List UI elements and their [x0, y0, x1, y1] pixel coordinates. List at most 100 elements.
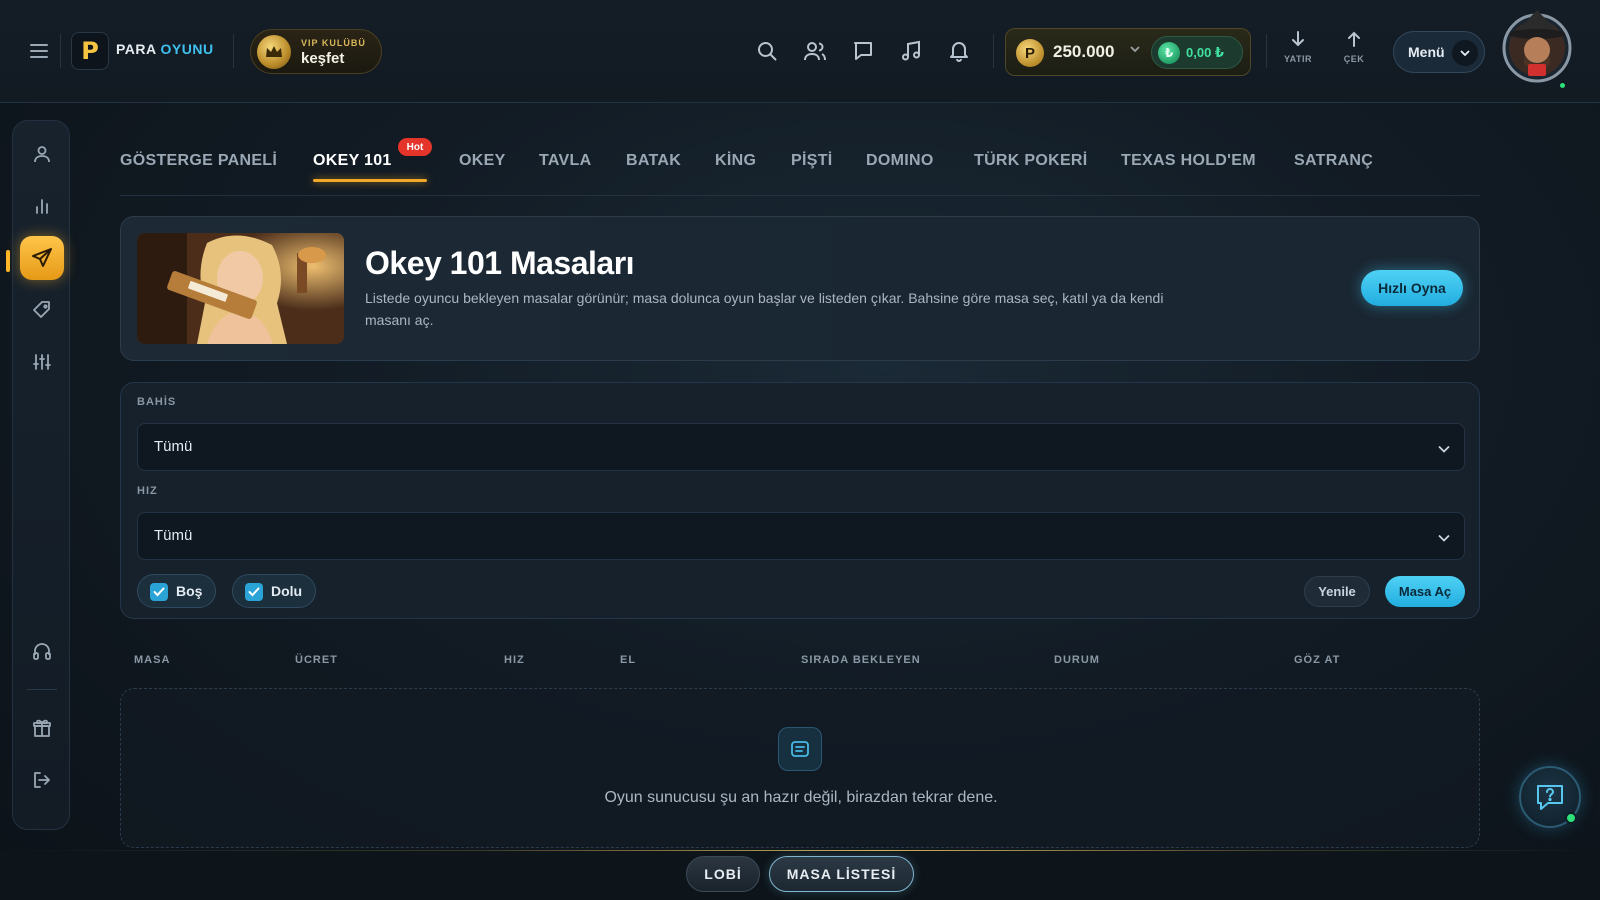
column-header-goz-at: GÖZ AT: [1294, 654, 1341, 666]
users-icon[interactable]: [800, 36, 830, 66]
logo-letter: P: [81, 37, 99, 65]
wallet-balance[interactable]: P 250.000 ₺ 0,00 ₺: [1005, 28, 1251, 76]
brand-name: PARA OYUNU: [116, 41, 214, 57]
coin-icon: P: [1016, 39, 1044, 67]
tag-icon: [33, 301, 50, 318]
sidebar-item-settings[interactable]: [20, 340, 64, 384]
sidebar-item-logout[interactable]: [20, 758, 64, 802]
headphones-icon: [33, 643, 51, 660]
tab-texas-holdem[interactable]: TEXAS HOLD'EM: [1121, 152, 1256, 170]
hot-badge: Hot: [398, 138, 432, 156]
empty-message: Oyun sunucusu şu an hazır değil, birazda…: [604, 789, 998, 806]
divider: [993, 34, 994, 68]
bet-label: BAHİS: [137, 396, 177, 408]
arrow-down-icon: [1292, 31, 1304, 47]
tab-tavla[interactable]: TAVLA: [539, 152, 591, 170]
speed-select[interactable]: Tümü: [137, 512, 1465, 560]
tab-king[interactable]: KİNG: [715, 152, 756, 170]
column-header-sirada-bekleyen: SIRADA BEKLEYEN: [801, 654, 921, 666]
sidebar-item-promotions[interactable]: [20, 288, 64, 332]
filter-panel: BAHİS Tümü HIZ Tümü Boş Dolu Yenile Masa…: [120, 382, 1480, 619]
full-tables-checkbox[interactable]: Dolu: [232, 574, 316, 608]
tab-okey-101[interactable]: OKEY 101: [313, 152, 392, 170]
online-status-dot: [1565, 812, 1577, 824]
gift-icon: [33, 719, 51, 737]
divider: [27, 689, 57, 690]
send-icon: [32, 248, 52, 267]
search-icon[interactable]: [752, 36, 782, 66]
sidebar-item-gifts[interactable]: [20, 706, 64, 750]
vip-discover: keşfet: [301, 50, 345, 67]
quick-play-button[interactable]: Hızlı Oyna: [1361, 270, 1463, 306]
chevron-down-icon: [1452, 40, 1478, 66]
tab-batak[interactable]: BATAK: [626, 152, 681, 170]
help-chat-icon: [1537, 785, 1563, 810]
column-header-el: EL: [620, 654, 637, 666]
avatar[interactable]: [1500, 6, 1574, 86]
table-list-button[interactable]: MASA LİSTESİ: [769, 856, 914, 892]
music-icon[interactable]: [896, 36, 926, 66]
column-header-durum: DURUM: [1054, 654, 1100, 666]
tab-turk-pokeri[interactable]: TÜRK POKERİ: [974, 152, 1088, 170]
menu-button[interactable]: Menü: [1393, 31, 1485, 73]
tl-amount: 0,00 ₺: [1186, 45, 1224, 60]
active-tab-indicator: [313, 179, 427, 182]
tab-dashboard[interactable]: GÖSTERGE PANELİ: [120, 152, 277, 170]
open-table-button[interactable]: Masa Aç: [1385, 576, 1465, 607]
deposit-button[interactable]: YATIR: [1272, 30, 1324, 74]
game-tabs: GÖSTERGE PANELİ OKEY 101 OKEY TAVLA BATA…: [120, 148, 1480, 196]
sliders-icon: [33, 354, 51, 370]
sidebar: [12, 120, 70, 830]
logout-icon: [34, 772, 50, 788]
chevron-down-icon: [1438, 440, 1450, 458]
logo[interactable]: P: [71, 32, 109, 70]
divider: [60, 34, 61, 68]
empty-tables-checkbox[interactable]: Boş: [137, 574, 216, 608]
column-header-ucret: ÜCRET: [295, 654, 338, 666]
speed-label: HIZ: [137, 485, 158, 497]
divider: [1266, 34, 1267, 68]
speed-select-value: Tümü: [154, 527, 193, 544]
top-bar: P PARA OYUNU VIP KULÜBÜ keşfet P 250.000…: [0, 0, 1600, 103]
lobby-button[interactable]: LOBİ: [686, 856, 760, 892]
crown-icon: [257, 35, 291, 69]
active-nav-marker: [6, 250, 10, 272]
refresh-button[interactable]: Yenile: [1304, 576, 1370, 607]
sidebar-item-profile[interactable]: [20, 132, 64, 176]
user-icon: [34, 146, 50, 163]
chevron-down-icon: [1438, 529, 1450, 547]
bell-icon[interactable]: [944, 36, 974, 66]
table-empty-state: Oyun sunucusu şu an hazır değil, birazda…: [120, 688, 1480, 848]
chevron-down-icon[interactable]: [1130, 44, 1140, 56]
page-description: Listede oyuncu bekleyen masalar görünür;…: [365, 290, 1164, 328]
withdraw-button[interactable]: ÇEK: [1328, 30, 1380, 74]
vip-label: VIP KULÜBÜ: [301, 38, 366, 48]
hamburger-menu-icon[interactable]: [24, 38, 54, 64]
online-status-dot: [1558, 81, 1567, 90]
hero-image: [137, 233, 344, 344]
bet-select-value: Tümü: [154, 438, 193, 455]
column-header-hiz: HIZ: [504, 654, 525, 666]
bar-chart-icon: [36, 199, 48, 214]
check-icon: [150, 583, 168, 601]
message-icon: [778, 727, 822, 771]
lira-icon: ₺: [1158, 42, 1180, 64]
sidebar-item-support[interactable]: [20, 629, 64, 673]
tl-balance[interactable]: ₺ 0,00 ₺: [1151, 36, 1243, 69]
bet-select[interactable]: Tümü: [137, 423, 1465, 471]
chat-icon[interactable]: [848, 36, 878, 66]
page-title: Okey 101 Masaları: [365, 245, 635, 281]
tab-pisti[interactable]: PİŞTİ: [791, 152, 833, 170]
coin-balance: 250.000: [1053, 42, 1115, 61]
sidebar-item-games[interactable]: [20, 236, 64, 280]
column-header-masa: MASA: [134, 654, 171, 666]
arrow-up-icon: [1348, 31, 1360, 47]
sidebar-item-stats[interactable]: [20, 184, 64, 228]
tab-okey[interactable]: OKEY: [459, 152, 506, 170]
tab-satranc[interactable]: SATRANÇ: [1294, 152, 1373, 170]
divider: [233, 34, 234, 68]
vip-club-button[interactable]: VIP KULÜBÜ keşfet: [250, 29, 382, 74]
hero-banner: Okey 101 Masaları Listede oyuncu bekleye…: [120, 216, 1480, 361]
tab-domino[interactable]: DOMINO: [866, 152, 934, 170]
check-icon: [245, 583, 263, 601]
